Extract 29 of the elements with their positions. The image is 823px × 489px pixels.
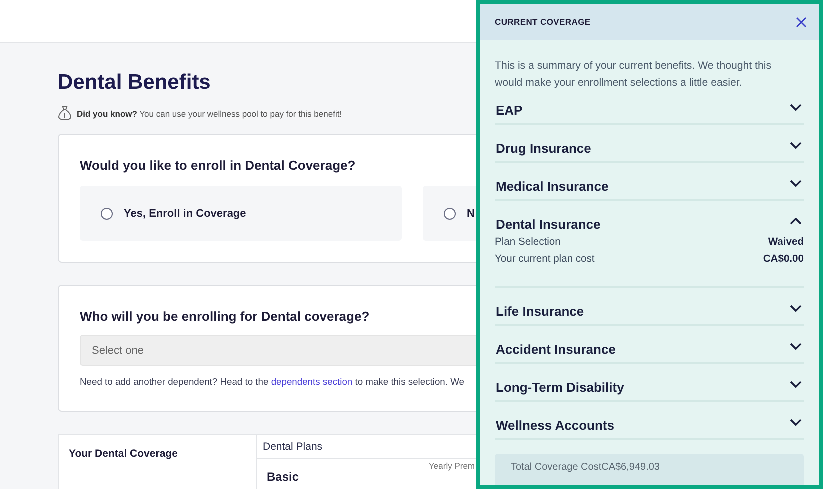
section-title[interactable]: Life Insurance [495,302,584,322]
plan-name: Basic [267,470,300,486]
section-title[interactable]: Wellness Accounts [495,416,614,436]
section-title[interactable]: Dental Insurance [495,215,601,235]
select-field[interactable]: Select one [80,335,476,366]
section-title[interactable]: Accident Insurance [495,340,616,360]
row-value: Waived [768,236,804,250]
radio-option[interactable]: N [423,186,476,241]
radio-option[interactable]: Yes, Enroll in Coverage [80,186,402,241]
tip-text: Did you know? You can use your wellness pool to pay for this benefit! [77,108,342,118]
section-title[interactable]: Long-Term Disability [495,378,624,398]
close-button[interactable] [796,16,807,28]
question-text: Who will you be enrolling for Dental coverage? [80,308,371,326]
help-text: Need to add another dependent? Head to the dependents section to make this selection. We [80,376,466,387]
total-cost: Total Coverage CostCA$6,949.03 [495,454,804,485]
row-value: CA$0.00 [763,253,804,267]
section-title[interactable]: Medical Insurance [495,177,609,197]
question-text: Would you like to enroll in Dental Coverage? [80,157,357,175]
section-title[interactable]: EAP [495,101,523,121]
panel-title: CURRENT COVERAGE [495,17,591,27]
close-icon [796,16,807,28]
section-title[interactable]: Drug Insurance [495,139,592,159]
page-title: Dental Benefits [58,70,212,96]
row-label: Your current plan cost [495,253,595,267]
dependents-link[interactable]: dependents section [271,376,353,387]
intro-text: This is a summary of your current benefits. We thought this would make your enrollment selections a little easier. [495,59,773,91]
money-bag-icon [58,106,72,121]
column-label: Yearly Prem [429,461,475,473]
row-label: Plan Selection [495,236,561,250]
